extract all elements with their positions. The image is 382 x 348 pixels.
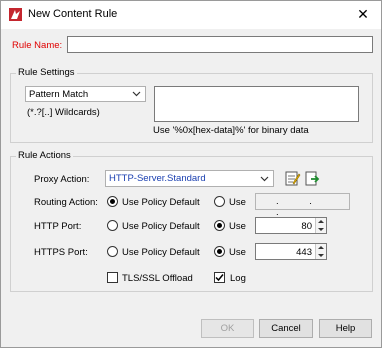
- chevron-down-icon: [132, 91, 141, 97]
- log-label: Log: [230, 273, 246, 284]
- proxy-action-label: Proxy Action:: [34, 174, 90, 185]
- proxy-action-value: HTTP-Server.Standard: [109, 173, 206, 184]
- ok-button[interactable]: OK: [201, 319, 254, 338]
- rule-name-label: Rule Name:: [12, 40, 63, 51]
- https-policy-default-label: Use Policy Default: [122, 247, 200, 258]
- tls-ssl-offload-checkbox[interactable]: [107, 272, 118, 283]
- routing-action-label: Routing Action:: [34, 197, 98, 208]
- http-policy-default-label: Use Policy Default: [122, 221, 200, 232]
- spin-up-icon[interactable]: [318, 246, 324, 249]
- https-port-value: 443: [296, 247, 312, 258]
- http-use-radio[interactable]: [214, 220, 225, 231]
- https-port-label: HTTPS Port:: [34, 247, 88, 258]
- routing-use-label: Use: [229, 197, 246, 208]
- http-policy-default-radio[interactable]: [107, 220, 118, 231]
- title-bar: New Content Rule ✕: [1, 1, 381, 29]
- https-use-radio[interactable]: [214, 246, 225, 257]
- help-button[interactable]: Help: [319, 319, 372, 338]
- edit-icon[interactable]: [284, 170, 301, 187]
- http-use-label: Use: [229, 221, 246, 232]
- spin-down-icon[interactable]: [318, 254, 324, 257]
- http-port-stepper[interactable]: 80: [255, 217, 327, 234]
- routing-ip-field[interactable]: . . .: [255, 193, 350, 218]
- http-port-spin-buttons[interactable]: [315, 218, 326, 233]
- log-checkbox[interactable]: [214, 272, 225, 283]
- rule-settings-title: Rule Settings: [16, 67, 77, 78]
- spin-down-icon[interactable]: [318, 228, 324, 231]
- http-port-value: 80: [301, 221, 312, 232]
- pattern-input[interactable]: [154, 86, 359, 122]
- rule-actions-title: Rule Actions: [16, 150, 73, 161]
- https-use-label: Use: [229, 247, 246, 258]
- cancel-button[interactable]: Cancel: [259, 319, 313, 338]
- http-port-label: HTTP Port:: [34, 221, 82, 232]
- https-port-spin-buttons[interactable]: [315, 244, 326, 259]
- match-type-value: Pattern Match: [29, 89, 89, 100]
- app-icon: [9, 8, 22, 21]
- chevron-down-icon: [260, 176, 269, 182]
- window-title: New Content Rule: [28, 8, 118, 20]
- spin-up-icon[interactable]: [318, 220, 324, 223]
- tls-ssl-offload-label: TLS/SSL Offload: [122, 273, 193, 284]
- routing-use-radio[interactable]: [214, 196, 225, 207]
- rule-name-input[interactable]: [67, 36, 373, 53]
- routing-policy-default-radio[interactable]: [107, 196, 118, 207]
- proxy-action-dropdown[interactable]: HTTP-Server.Standard: [105, 170, 274, 187]
- new-content-rule-dialog: New Content Rule ✕ Rule Name: Rule Setti…: [0, 0, 382, 348]
- match-type-dropdown[interactable]: Pattern Match: [25, 86, 146, 102]
- checkmark-icon: [215, 274, 224, 282]
- close-icon[interactable]: ✕: [352, 4, 374, 24]
- wildcard-hint: (*.?[..] Wildcards): [27, 107, 100, 118]
- routing-policy-default-label: Use Policy Default: [122, 197, 200, 208]
- clone-icon[interactable]: [304, 170, 321, 187]
- https-port-stepper[interactable]: 443: [255, 243, 327, 260]
- https-policy-default-radio[interactable]: [107, 246, 118, 257]
- ip-separators: . . .: [276, 196, 326, 218]
- binary-data-hint: Use '%0x[hex-data]%' for binary data: [153, 125, 309, 136]
